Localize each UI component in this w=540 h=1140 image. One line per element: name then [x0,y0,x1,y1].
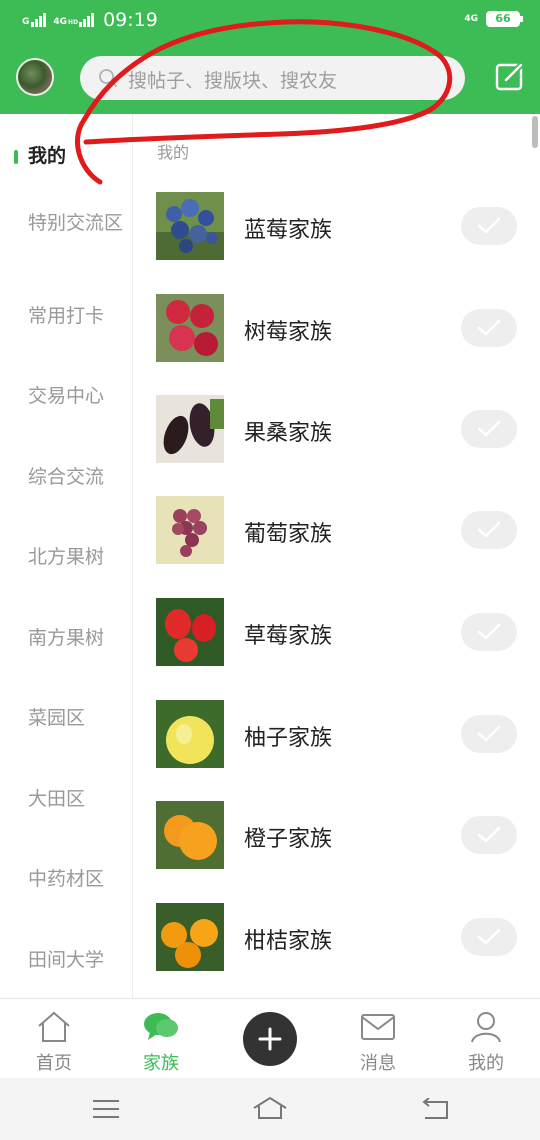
network-type-label: G [22,17,30,27]
sidebar-item-label: 特别交流区 [28,212,124,234]
check-icon [477,420,501,437]
person-icon [471,1012,501,1043]
follow-toggle[interactable] [461,207,517,245]
sidebar-item-north[interactable]: 北方果树 [28,545,124,570]
tab-home[interactable]: 首页 [14,1011,94,1074]
tab-label: 家族 [143,1053,179,1074]
sidebar-item-special[interactable]: 特别交流区 [28,211,124,236]
sidebar-item-vegetable[interactable]: 菜园区 [28,706,124,731]
envelope-icon [361,1014,395,1040]
active-indicator [14,150,18,164]
list-item[interactable]: 柑桔家族 [156,903,526,971]
tab-label: 消息 [360,1053,396,1074]
sidebar-item-label: 南方果树 [28,627,105,649]
follow-toggle[interactable] [461,410,517,448]
follow-toggle[interactable] [461,715,517,753]
sidebar-item-label: 交易中心 [28,385,105,407]
back-icon[interactable] [421,1098,449,1120]
mulberry-image [156,395,224,463]
signal-4g-icon: 4G HD [53,13,95,27]
chat-bubbles-icon [144,1013,178,1040]
scrollbar[interactable] [532,116,538,148]
raspberry-image [156,294,224,362]
home-icon [38,1011,70,1042]
sidebar-item-mine[interactable]: 我的 [14,144,124,169]
network-right-label: 4G [464,13,478,24]
follow-toggle[interactable] [461,511,517,549]
battery-icon: 66 [486,11,523,27]
network-4g-label: 4G [53,17,68,27]
hd-label: HD [68,19,79,26]
avatar[interactable] [16,58,54,96]
sidebar-item-university[interactable]: 田间大学 [28,948,124,973]
grape-image [156,496,224,564]
orange-image [156,801,224,869]
blueberry-image [156,192,224,260]
system-navigation-bar [0,1078,540,1140]
list-item[interactable]: 葡萄家族 [156,496,526,564]
family-name: 葡萄家族 [244,522,333,547]
sidebar-item-herb[interactable]: 中药材区 [28,867,124,892]
list-item[interactable]: 果桑家族 [156,395,526,463]
check-icon [477,217,501,234]
check-icon [477,826,501,843]
sidebar-item-label: 中药材区 [28,868,105,890]
check-icon [477,725,501,742]
category-sidebar: 我的 特别交流区 常用打卡 交易中心 综合交流 北方果树 南方果树 菜园区 大田… [0,114,133,998]
tab-label: 首页 [36,1053,72,1074]
list-item[interactable]: 柚子家族 [156,700,526,768]
pomelo-image [156,700,224,768]
check-icon [477,521,501,538]
list-item[interactable]: 树莓家族 [156,294,526,362]
signal-icon: G [22,13,47,27]
check-icon [477,319,501,336]
check-icon [477,928,501,945]
strawberry-image [156,598,224,666]
home-nav-icon[interactable] [252,1096,288,1120]
search-input[interactable]: 搜帖子、搜版块、搜农友 [80,56,465,100]
family-name: 草莓家族 [244,624,333,649]
family-name: 蓝莓家族 [244,218,333,243]
follow-toggle[interactable] [461,918,517,956]
family-name: 柚子家族 [244,726,333,751]
tab-messages[interactable]: 消息 [338,1011,418,1074]
follow-toggle[interactable] [461,613,517,651]
menu-icon[interactable] [92,1098,120,1120]
sidebar-item-label: 菜园区 [28,707,86,729]
follow-toggle[interactable] [461,816,517,854]
sidebar-item-field[interactable]: 大田区 [28,787,124,812]
section-title: 我的 [157,143,190,162]
tangerine-image [156,903,224,971]
plus-icon [258,1027,282,1051]
bottom-tab-bar: 首页 家族 消息 我的 [0,998,540,1078]
sidebar-item-label: 我的 [28,145,67,167]
sidebar-item-label: 北方果树 [28,546,105,568]
search-placeholder: 搜帖子、搜版块、搜农友 [128,70,338,92]
list-item[interactable]: 橙子家族 [156,801,526,869]
check-icon [477,623,501,640]
follow-toggle[interactable] [461,309,517,347]
sidebar-item-checkin[interactable]: 常用打卡 [28,304,124,329]
compose-icon[interactable] [495,62,525,92]
sidebar-item-label: 田间大学 [28,949,105,971]
sidebar-item-south[interactable]: 南方果树 [28,626,124,651]
sidebar-item-trade[interactable]: 交易中心 [28,384,124,409]
family-name: 橙子家族 [244,827,333,852]
family-name: 果桑家族 [244,421,333,446]
family-name: 树莓家族 [244,320,333,345]
tab-label: 我的 [468,1053,504,1074]
tab-family[interactable]: 家族 [121,1011,201,1074]
list-item[interactable]: 蓝莓家族 [156,192,526,260]
sidebar-item-label: 大田区 [28,788,86,810]
sidebar-item-label: 常用打卡 [28,305,105,327]
add-post-button[interactable] [243,1012,297,1066]
sidebar-item-label: 综合交流 [28,466,105,488]
family-name: 柑桔家族 [244,929,333,954]
tab-mine[interactable]: 我的 [446,1011,526,1074]
search-icon [99,69,117,87]
status-time: 09:19 [103,9,158,31]
list-item[interactable]: 草莓家族 [156,598,526,666]
status-bar: G 4G HD 09:19 4G 66 [0,0,540,42]
sidebar-item-general[interactable]: 综合交流 [28,465,124,490]
